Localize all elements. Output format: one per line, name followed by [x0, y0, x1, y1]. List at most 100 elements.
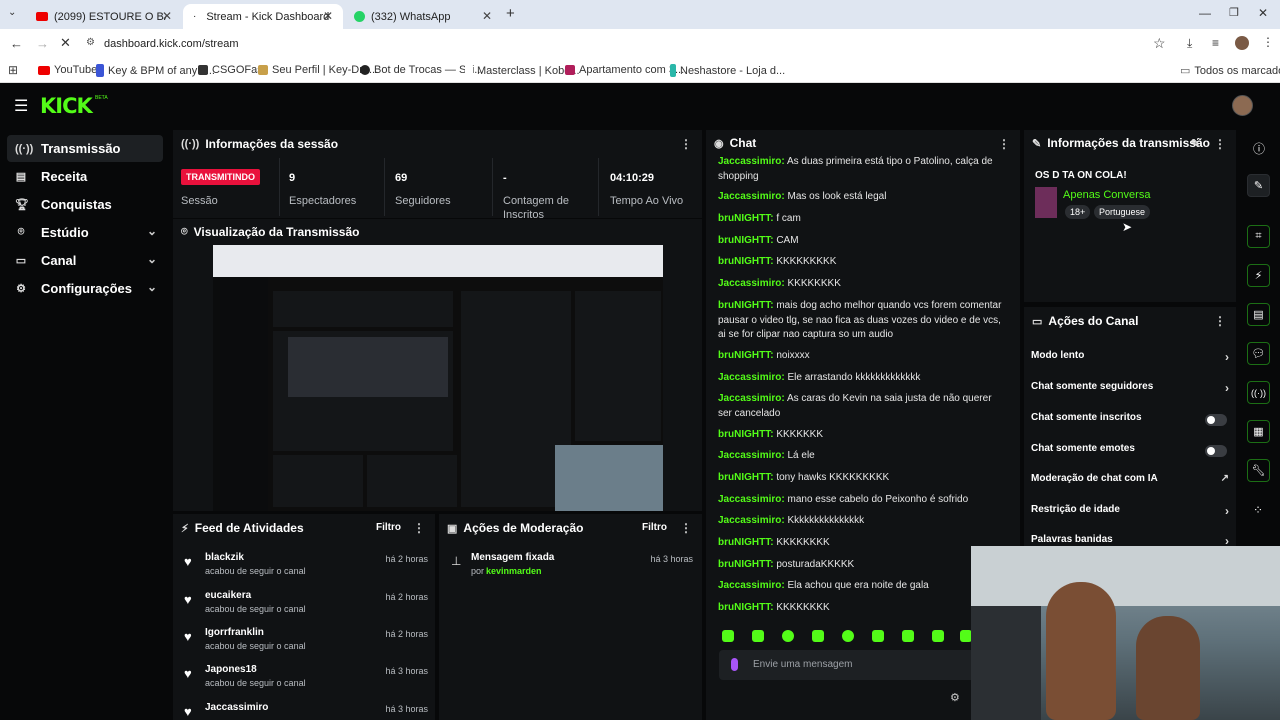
chat-username[interactable]: Jaccassimiro:: [718, 450, 785, 461]
sidebar-item-transmissao[interactable]: ((·)) Transmissão: [7, 135, 163, 162]
sidebar-item-configuracoes[interactable]: ⚙ Configurações ⌄: [7, 275, 163, 302]
emote-icon[interactable]: [842, 630, 854, 642]
browser-tab-whatsapp[interactable]: (332) WhatsApp ✕: [344, 4, 502, 29]
chat-username[interactable]: Jaccassimiro:: [718, 393, 785, 404]
info-icon[interactable]: ⓘ: [1253, 140, 1265, 157]
moderator-name[interactable]: kevinmarden: [486, 566, 542, 576]
action-chat-seguidores[interactable]: Chat somente seguidores ›: [1031, 381, 1229, 399]
edit-stream-button[interactable]: ✎: [1247, 174, 1270, 197]
close-window-icon[interactable]: ✕: [1258, 6, 1268, 20]
bookmark-csgofast[interactable]: CSGOFast: [198, 64, 266, 76]
follower-name[interactable]: Igorrfranklin: [205, 627, 264, 638]
more-options-icon[interactable]: ⋮: [680, 137, 692, 151]
chat-settings-icon[interactable]: ⚙: [950, 691, 960, 704]
bookmark-neshastore[interactable]: Neshastore - Loja d...: [670, 64, 785, 77]
scan-button[interactable]: ⌗: [1247, 225, 1270, 248]
chat-username[interactable]: bruNIGHTT:: [718, 602, 774, 613]
follower-name[interactable]: Japones18: [205, 664, 257, 675]
bookmark-apartamento[interactable]: Apartamento com 3...: [565, 64, 684, 76]
profile-avatar[interactable]: [1235, 36, 1249, 50]
chat-username[interactable]: bruNIGHTT:: [718, 429, 774, 440]
action-restricao-idade[interactable]: Restrição de idade ›: [1031, 504, 1229, 522]
filter-button[interactable]: Filtro: [376, 522, 401, 533]
chat-username[interactable]: Jaccassimiro:: [718, 494, 785, 505]
browser-tab-kick[interactable]: · Stream - Kick Dashboard ✕: [183, 4, 343, 29]
user-avatar[interactable]: [1232, 95, 1253, 116]
downloads-icon[interactable]: ⤓: [1187, 36, 1192, 51]
chat-username[interactable]: Jaccassimiro:: [718, 191, 785, 202]
chevron-down-icon[interactable]: ⌄: [147, 252, 157, 266]
document-button[interactable]: ▤: [1247, 303, 1270, 326]
emote-icon[interactable]: [872, 630, 884, 642]
emote-icon[interactable]: [752, 630, 764, 642]
action-chat-emotes[interactable]: Chat somente emotes: [1031, 443, 1229, 461]
emote-icon[interactable]: [722, 630, 734, 642]
action-modo-lento[interactable]: Modo lento ›: [1031, 350, 1229, 368]
action-palavras-banidas[interactable]: Palavras banidas ›: [1031, 534, 1229, 546]
site-info-icon[interactable]: ⚙: [86, 37, 95, 48]
back-icon[interactable]: ←: [10, 36, 23, 51]
follower-name[interactable]: blackzik: [205, 552, 244, 563]
chevron-down-icon[interactable]: ⌄: [147, 280, 157, 294]
more-options-icon[interactable]: ⋮: [1214, 314, 1226, 328]
wrench-button[interactable]: 🔧︎: [1247, 459, 1270, 482]
media-icon[interactable]: ≡: [1212, 36, 1219, 50]
stop-loading-icon[interactable]: ✕: [60, 35, 71, 51]
bookmark-masterclass[interactable]: Masterclass | Kobe...: [465, 64, 580, 77]
chat-username[interactable]: bruNIGHTT:: [718, 213, 774, 224]
emote-icon[interactable]: [812, 630, 824, 642]
sidebar-item-canal[interactable]: ▭ Canal ⌄: [7, 247, 163, 274]
more-options-icon[interactable]: ⋮: [413, 521, 425, 535]
emote-icon[interactable]: [902, 630, 914, 642]
apps-grid-icon[interactable]: ⊞: [8, 63, 18, 77]
more-options-icon[interactable]: ⋮: [998, 137, 1010, 151]
chat-username[interactable]: Jaccassimiro:: [718, 372, 785, 383]
new-tab-icon[interactable]: +: [506, 5, 515, 22]
all-bookmarks[interactable]: ▭Todos os marcadores: [1180, 64, 1280, 78]
close-tab-icon[interactable]: ✕: [323, 9, 333, 23]
broadcast-button[interactable]: ((·)): [1247, 381, 1270, 404]
close-tab-icon[interactable]: ✕: [162, 9, 172, 23]
follower-name[interactable]: eucaikera: [205, 590, 251, 601]
address-field[interactable]: ⚙ dashboard.kick.com/stream ☆: [80, 32, 1175, 56]
follower-name[interactable]: Jaccassimiro: [205, 702, 268, 713]
chat-username[interactable]: Jaccassimiro:: [718, 278, 785, 289]
chat-username[interactable]: bruNIGHTT:: [718, 235, 774, 246]
chat-username[interactable]: Jaccassimiro:: [718, 156, 785, 167]
kick-logo[interactable]: KICK: [40, 94, 93, 118]
browser-tab-youtube[interactable]: (2099) ESTOURE O BALÃO OU E ✕: [26, 4, 182, 29]
more-options-icon[interactable]: ⋮: [680, 521, 692, 535]
toggle-switch[interactable]: [1205, 414, 1227, 426]
filter-button[interactable]: Filtro: [642, 522, 667, 533]
chat-input[interactable]: Envie uma mensagem: [719, 650, 979, 680]
toggle-switch[interactable]: [1205, 445, 1227, 457]
chat-username[interactable]: Jaccassimiro:: [718, 515, 785, 526]
chat-username[interactable]: bruNIGHTT:: [718, 472, 774, 483]
action-moderacao-ia[interactable]: Moderação de chat com IA ↗: [1031, 473, 1229, 491]
apps-icon[interactable]: ⁘: [1253, 503, 1263, 517]
action-chat-inscritos[interactable]: Chat somente inscritos: [1031, 412, 1229, 430]
category-link[interactable]: Apenas Conversa: [1063, 189, 1150, 201]
chat-username[interactable]: bruNIGHTT:: [718, 256, 774, 267]
sidebar-item-receita[interactable]: ▤ Receita: [7, 163, 163, 190]
minimize-icon[interactable]: —: [1199, 6, 1211, 20]
chat-username[interactable]: bruNIGHTT:: [718, 559, 774, 570]
bookmark-star-icon[interactable]: ☆: [1153, 35, 1166, 52]
browser-menu-icon[interactable]: ⋮: [1262, 35, 1274, 49]
emote-icon[interactable]: [782, 630, 794, 642]
tab-list-chevron-icon[interactable]: ⌄: [8, 7, 16, 18]
chat-username[interactable]: bruNIGHTT:: [718, 537, 774, 548]
bookmark-youtube[interactable]: YouTube: [38, 64, 97, 76]
chat-username[interactable]: Jaccassimiro:: [718, 580, 785, 591]
more-options-icon[interactable]: ⋮: [1214, 137, 1226, 151]
sidebar-item-estudio[interactable]: ⌾ Estúdio ⌄: [7, 219, 163, 246]
restore-icon[interactable]: ❐: [1229, 6, 1239, 19]
chat-username[interactable]: bruNIGHTT:: [718, 350, 774, 361]
sidebar-item-conquistas[interactable]: 🏆︎ Conquistas: [7, 191, 163, 218]
bolt-button[interactable]: ⚡︎: [1247, 264, 1270, 287]
hamburger-menu-icon[interactable]: ☰: [14, 96, 28, 116]
forward-icon[interactable]: →: [36, 36, 49, 51]
edit-icon[interactable]: ✎: [1191, 137, 1200, 150]
chat-username[interactable]: bruNIGHTT:: [718, 300, 774, 311]
emote-icon[interactable]: [932, 630, 944, 642]
